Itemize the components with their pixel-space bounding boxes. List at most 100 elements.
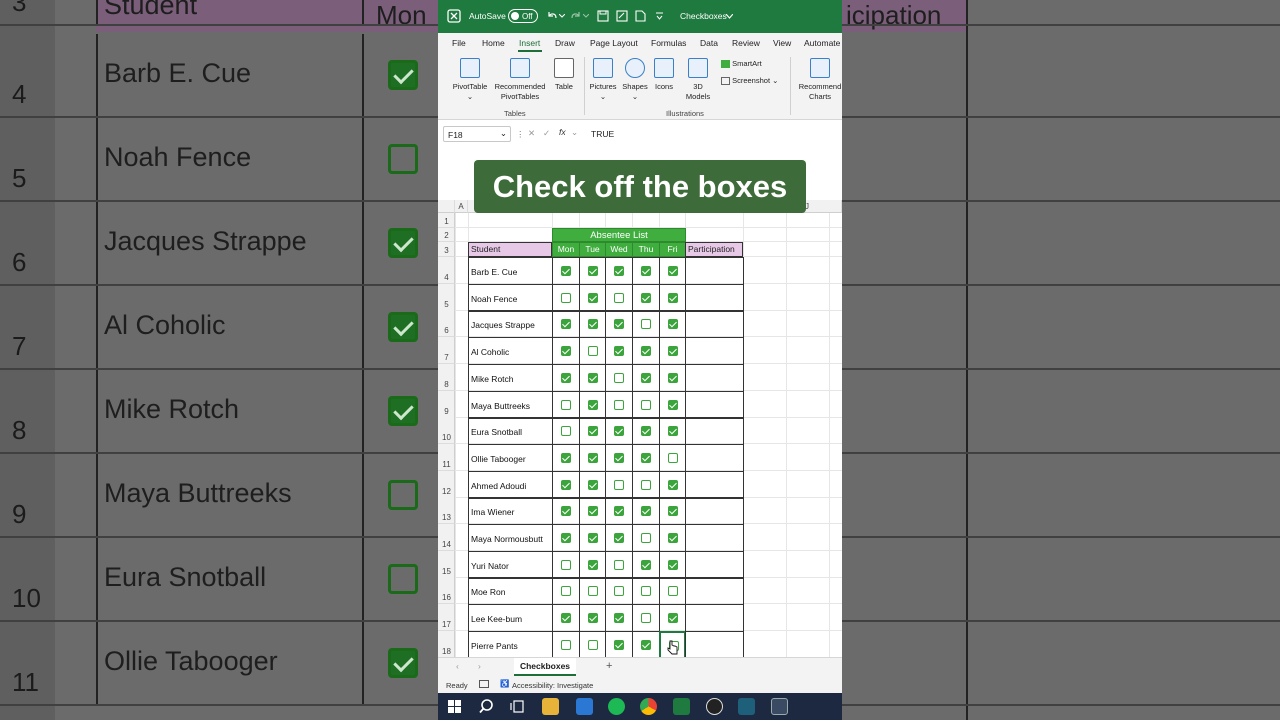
shapes-button[interactable]: Shapes ⌄ — [621, 58, 649, 102]
attendance-cell[interactable] — [579, 497, 606, 525]
attendance-cell[interactable] — [659, 391, 686, 419]
checkbox-checked[interactable] — [561, 319, 571, 329]
attendance-cell[interactable] — [605, 417, 633, 445]
attendance-cell[interactable] — [579, 524, 606, 552]
windows-start-icon[interactable] — [446, 698, 463, 715]
attendance-cell[interactable] — [552, 551, 580, 579]
attendance-cell[interactable] — [659, 604, 686, 632]
attendance-cell[interactable] — [552, 257, 580, 285]
attendance-cell[interactable] — [579, 364, 606, 392]
attendance-cell[interactable] — [605, 577, 633, 605]
table-button[interactable]: Table — [552, 58, 576, 92]
participation-cell[interactable] — [685, 364, 744, 392]
checkbox-unchecked[interactable] — [668, 453, 678, 463]
attendance-cell[interactable] — [605, 444, 633, 472]
checkbox-unchecked[interactable] — [588, 586, 598, 596]
attendance-cell[interactable] — [605, 257, 633, 285]
checkbox-checked[interactable] — [641, 293, 651, 303]
checkbox-unchecked[interactable] — [561, 560, 571, 570]
absentee-title-cell[interactable]: Absentee List — [552, 228, 686, 242]
row-header[interactable]: 16 — [438, 577, 455, 604]
checkbox-checked[interactable] — [668, 560, 678, 570]
checkbox-unchecked[interactable] — [588, 640, 598, 650]
checkbox-unchecked[interactable] — [561, 586, 571, 596]
attendance-cell[interactable] — [659, 417, 686, 445]
tab-insert[interactable]: Insert — [519, 38, 540, 48]
tab-formulas[interactable]: Formulas — [651, 38, 686, 48]
checkbox-unchecked[interactable] — [588, 346, 598, 356]
attendance-cell[interactable] — [579, 391, 606, 419]
participation-cell[interactable] — [685, 551, 744, 579]
attendance-cell[interactable] — [552, 444, 580, 472]
search-icon[interactable] — [478, 698, 495, 715]
participation-cell[interactable] — [685, 391, 744, 419]
calculator-icon[interactable] — [771, 698, 788, 715]
attendance-cell[interactable] — [605, 337, 633, 365]
checkbox-checked[interactable] — [641, 453, 651, 463]
attendance-cell[interactable] — [632, 284, 660, 312]
name-box[interactable]: F18 ⌄ — [443, 126, 511, 142]
checkbox-unchecked[interactable] — [614, 480, 624, 490]
macro-record-icon[interactable] — [479, 680, 489, 688]
redo-dropdown-icon[interactable] — [583, 14, 589, 18]
row-header[interactable]: 12 — [438, 471, 455, 498]
checkbox-unchecked[interactable] — [614, 586, 624, 596]
tab-draw[interactable]: Draw — [555, 38, 575, 48]
tab-file[interactable]: File — [452, 38, 466, 48]
spotify-icon[interactable] — [608, 698, 625, 715]
row-header[interactable]: 17 — [438, 604, 455, 631]
header-participation[interactable]: Participation — [685, 242, 743, 257]
header-day[interactable]: Mon — [552, 242, 580, 257]
checkbox-checked[interactable] — [614, 346, 624, 356]
attendance-cell[interactable] — [659, 364, 686, 392]
attendance-cell[interactable] — [659, 444, 686, 472]
participation-cell[interactable] — [685, 310, 744, 338]
tab-review[interactable]: Review — [732, 38, 760, 48]
attendance-cell[interactable] — [605, 551, 633, 579]
checkbox-unchecked[interactable] — [561, 293, 571, 303]
attendance-cell[interactable] — [579, 444, 606, 472]
participation-cell[interactable] — [685, 631, 744, 657]
sheet-tab-checkboxes[interactable]: Checkboxes — [514, 658, 576, 676]
attendance-cell[interactable] — [605, 284, 633, 312]
checkbox-checked[interactable] — [641, 506, 651, 516]
checkbox-unchecked[interactable] — [561, 426, 571, 436]
attendance-cell[interactable] — [552, 337, 580, 365]
attendance-cell[interactable] — [579, 577, 606, 605]
row-header[interactable]: 15 — [438, 551, 455, 578]
save-icon[interactable] — [597, 10, 609, 22]
student-name-cell[interactable]: Al Coholic — [468, 337, 553, 365]
attendance-cell[interactable] — [632, 577, 660, 605]
checkbox-checked[interactable] — [614, 533, 624, 543]
attendance-cell[interactable] — [605, 471, 633, 499]
attendance-cell[interactable] — [632, 524, 660, 552]
customize-toolbar-icon[interactable] — [656, 12, 663, 20]
row-header[interactable]: 14 — [438, 524, 455, 551]
title-dropdown-icon[interactable] — [726, 14, 733, 19]
checkbox-checked[interactable] — [614, 319, 624, 329]
form-icon[interactable] — [616, 10, 628, 22]
student-name-cell[interactable]: Moe Ron — [468, 577, 553, 605]
checkbox-checked[interactable] — [588, 293, 598, 303]
checkbox-unchecked[interactable] — [641, 533, 651, 543]
checkbox-checked[interactable] — [614, 453, 624, 463]
checkbox-checked[interactable] — [668, 373, 678, 383]
task-view-icon[interactable] — [509, 698, 526, 715]
attendance-cell[interactable] — [552, 604, 580, 632]
row-header[interactable]: 9 — [438, 391, 455, 418]
tab-view[interactable]: View — [773, 38, 791, 48]
checkbox-checked[interactable] — [588, 453, 598, 463]
student-name-cell[interactable]: Ahmed Adoudi — [468, 471, 553, 499]
attendance-cell[interactable] — [605, 604, 633, 632]
checkbox-unchecked[interactable] — [614, 293, 624, 303]
attendance-cell[interactable] — [605, 391, 633, 419]
attendance-cell[interactable] — [605, 364, 633, 392]
checkbox-checked[interactable] — [561, 346, 571, 356]
checkbox-checked[interactable] — [614, 506, 624, 516]
checkbox-unchecked[interactable] — [641, 480, 651, 490]
checkbox-checked[interactable] — [668, 400, 678, 410]
checkbox-checked[interactable] — [588, 373, 598, 383]
header-day[interactable]: Thu — [632, 242, 660, 257]
student-name-cell[interactable]: Maya Buttreeks — [468, 391, 553, 419]
checkbox-checked[interactable] — [668, 613, 678, 623]
